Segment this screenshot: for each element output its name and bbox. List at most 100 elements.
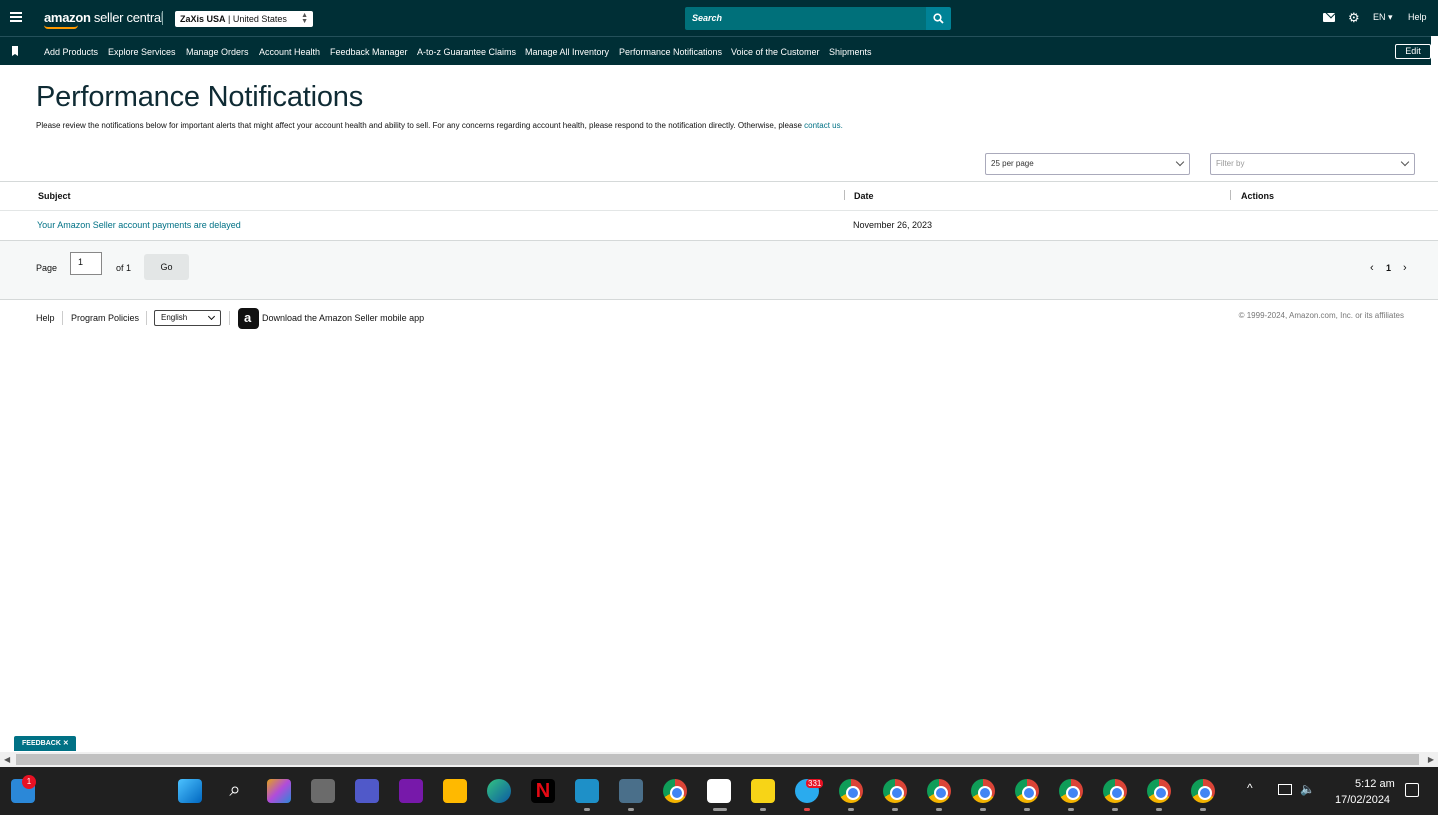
copilot-icon[interactable] <box>267 779 291 803</box>
scrollbar-thumb[interactable] <box>16 754 1419 765</box>
chevron-down-icon <box>207 312 216 321</box>
filter-select[interactable]: Filter by <box>1210 153 1415 175</box>
task-view-icon[interactable] <box>311 779 335 803</box>
nav-bar: Add Products Explore Services Manage Ord… <box>0 36 1438 65</box>
feedback-button[interactable]: FEEDBACK ✕ <box>14 736 76 751</box>
column-divider <box>1230 190 1231 200</box>
clock-time[interactable]: 5:12 am <box>1355 778 1395 790</box>
volume-icon[interactable]: 🔈 <box>1300 782 1315 796</box>
chrome-profile-icon[interactable] <box>1015 779 1039 803</box>
running-indicator <box>628 808 634 811</box>
horizontal-scrollbar[interactable]: ◀ ▶ <box>0 752 1438 767</box>
column-header-actions: Actions <box>1241 191 1275 201</box>
table-row-divider <box>0 210 1438 211</box>
seller-central-logo[interactable]: amazon seller central <box>44 10 164 25</box>
column-header-subject[interactable]: Subject <box>38 191 71 201</box>
scroll-right-icon[interactable]: ▶ <box>1428 755 1434 764</box>
file-explorer-icon[interactable] <box>443 779 467 803</box>
chrome-profile-icon[interactable] <box>839 779 863 803</box>
search-button[interactable] <box>926 7 951 30</box>
mail-icon[interactable] <box>1323 13 1335 22</box>
notification-subject-link[interactable]: Your Amazon Seller account payments are … <box>37 220 241 230</box>
nav-item-feedback-manager[interactable]: Feedback Manager <box>330 47 408 57</box>
nav-item-a-to-z-claims[interactable]: A-to-z Guarantee Claims <box>417 47 516 57</box>
amazon-smile-icon <box>44 25 78 29</box>
subtitle-text: Please review the notifications below fo… <box>36 121 802 130</box>
contact-us-link[interactable]: contact us. <box>804 121 843 130</box>
table-border <box>0 181 1438 182</box>
clock-date[interactable]: 17/02/2024 <box>1335 794 1390 806</box>
running-indicator <box>1112 808 1118 811</box>
chevron-right-icon[interactable]: › <box>1403 262 1407 274</box>
search-icon <box>933 13 944 24</box>
footer-divider <box>146 311 147 325</box>
chevron-up-icon[interactable]: ^ <box>1247 781 1253 795</box>
teams-icon[interactable] <box>355 779 379 803</box>
nav-item-manage-inventory[interactable]: Manage All Inventory <box>525 47 609 57</box>
vertical-scrollbar[interactable] <box>1431 36 1438 752</box>
account-region: | United States <box>228 14 287 24</box>
windows-taskbar: ⌕ N 331 ^ 🔈 <box>0 767 1438 815</box>
language-selector[interactable]: EN ▾ <box>1373 12 1393 23</box>
snipping-tool-icon[interactable] <box>707 779 731 803</box>
chrome-profile-icon[interactable] <box>927 779 951 803</box>
logo-main-text: amazon <box>44 10 91 25</box>
calculator-icon[interactable] <box>619 779 643 803</box>
chevron-down-icon <box>1400 157 1410 167</box>
nav-item-explore-services[interactable]: Explore Services <box>108 47 176 57</box>
menu-icon[interactable] <box>10 12 22 22</box>
footer-divider <box>62 311 63 325</box>
program-policies-link[interactable]: Program Policies <box>71 313 139 323</box>
nav-item-voice-of-customer[interactable]: Voice of the Customer <box>731 47 820 57</box>
page-number[interactable]: 1 <box>1386 263 1391 273</box>
netflix-icon[interactable]: N <box>531 779 555 803</box>
search-icon[interactable]: ⌕ <box>223 779 247 803</box>
nav-item-add-products[interactable]: Add Products <box>44 47 98 57</box>
chrome-icon[interactable] <box>663 779 687 803</box>
updown-arrow-icon: ▲ ▼ <box>301 12 308 25</box>
windows-start-icon[interactable] <box>178 779 202 803</box>
running-indicator <box>1200 808 1206 811</box>
amazon-app-icon[interactable] <box>238 308 259 329</box>
network-icon[interactable] <box>1278 784 1292 795</box>
running-indicator <box>980 808 986 811</box>
nav-item-account-health[interactable]: Account Health <box>259 47 320 57</box>
chrome-profile-icon[interactable] <box>1103 779 1127 803</box>
page-number-input[interactable]: 1 <box>70 252 102 275</box>
per-page-select[interactable]: 25 per page <box>985 153 1190 175</box>
help-link[interactable]: Help <box>1408 12 1427 22</box>
footer-language-value: English <box>161 313 188 322</box>
scroll-left-icon[interactable]: ◀ <box>4 755 10 764</box>
search-input[interactable]: Search <box>685 7 926 30</box>
onenote-icon[interactable] <box>399 779 423 803</box>
sticky-notes-icon[interactable] <box>751 779 775 803</box>
copyright-text: © 1999-2024, Amazon.com, Inc. or its aff… <box>1238 311 1404 320</box>
nav-item-shipments[interactable]: Shipments <box>829 47 872 57</box>
edit-nav-button[interactable]: Edit <box>1395 44 1431 59</box>
filter-placeholder: Filter by <box>1216 159 1245 168</box>
chrome-profile-icon[interactable] <box>1059 779 1083 803</box>
chrome-profile-icon[interactable] <box>1147 779 1171 803</box>
account-switcher[interactable]: ZaXis USA | United States ▲ ▼ <box>175 11 313 27</box>
footer-language-select[interactable]: English <box>154 310 221 326</box>
notepad-icon[interactable] <box>575 779 599 803</box>
running-indicator <box>804 808 810 811</box>
edge-icon[interactable] <box>487 779 511 803</box>
chevron-left-icon[interactable]: ‹ <box>1370 262 1374 274</box>
nav-item-performance-notifications[interactable]: Performance Notifications <box>619 47 722 57</box>
page-label: Page <box>36 263 58 273</box>
notification-center-icon[interactable] <box>1405 783 1419 797</box>
go-button[interactable]: Go <box>144 254 189 280</box>
nav-item-manage-orders[interactable]: Manage Orders <box>186 47 249 57</box>
column-header-date[interactable]: Date <box>854 191 874 201</box>
chevron-down-icon <box>1175 157 1185 167</box>
chrome-profile-icon[interactable] <box>883 779 907 803</box>
bookmark-icon[interactable] <box>12 46 18 56</box>
account-store-name: ZaXis USA <box>180 14 226 24</box>
gear-icon[interactable]: ⚙ <box>1348 11 1360 25</box>
footer-help-link[interactable]: Help <box>36 313 55 323</box>
chrome-profile-icon[interactable] <box>1191 779 1215 803</box>
running-indicator <box>760 808 766 811</box>
download-app-link[interactable]: Download the Amazon Seller mobile app <box>262 313 424 323</box>
chrome-profile-icon[interactable] <box>971 779 995 803</box>
